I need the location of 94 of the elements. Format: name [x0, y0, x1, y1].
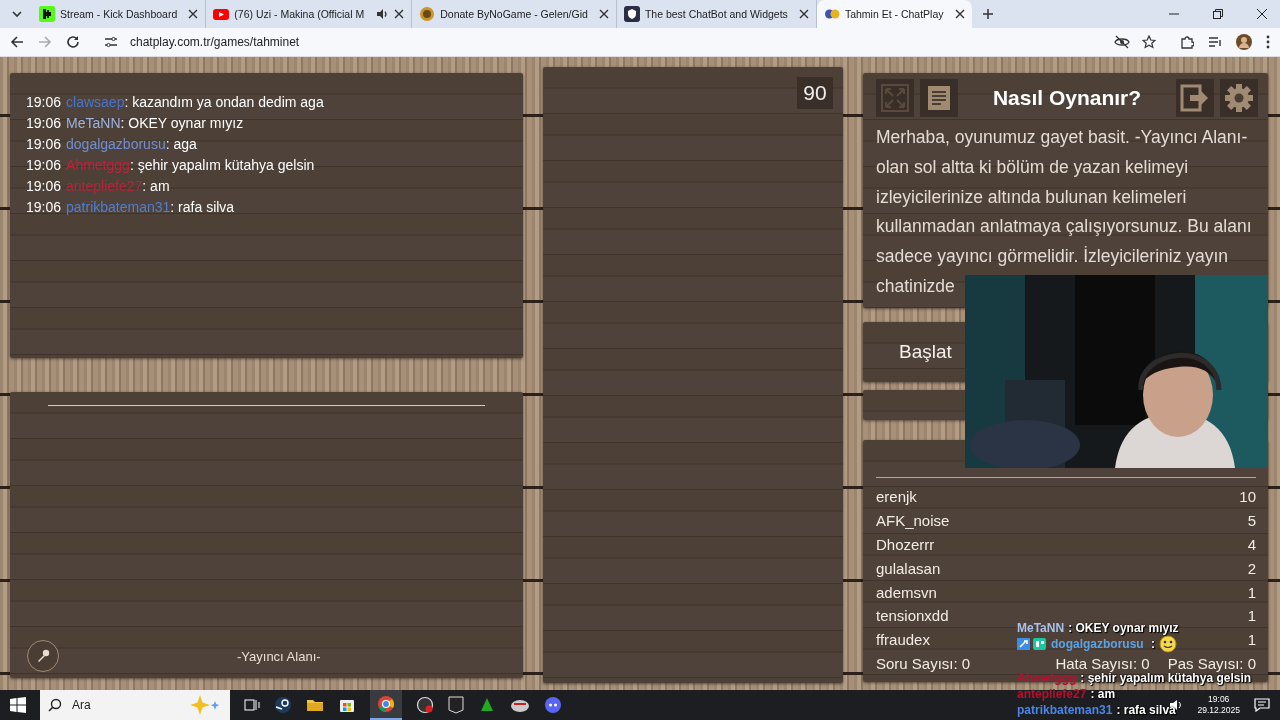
settings-button[interactable] [1220, 79, 1258, 117]
chat-username: dogalgazborusu [66, 135, 166, 153]
chat-text: : am [1090, 686, 1116, 701]
player-score: 10 [1239, 488, 1256, 506]
notes-button[interactable] [920, 79, 958, 117]
settings-icon [1224, 83, 1254, 113]
chat-time: 19:06 [26, 114, 62, 132]
clock-time: 19:06 [1208, 694, 1230, 705]
clock[interactable]: 19:06 29.12.2025 [1197, 694, 1240, 716]
close-icon[interactable] [1256, 8, 1268, 20]
fullscreen-icon [881, 84, 909, 112]
notes-icon [925, 84, 953, 112]
close-icon[interactable] [598, 9, 609, 19]
site-icon [623, 6, 640, 22]
question-count: Soru Sayısı: 0 [876, 655, 971, 673]
new-tab-icon[interactable] [981, 8, 994, 20]
start-button[interactable]: Başlat [887, 335, 964, 369]
chat-username: Ahmetggg [1017, 670, 1077, 685]
player-name: gulalasan [876, 559, 941, 577]
player-name: erenjk [876, 488, 917, 506]
chat-text: : OKEY oynar mıyız [120, 114, 244, 132]
chat-text: : rafa silva [1116, 702, 1176, 717]
clock-date: 29.12.2025 [1197, 705, 1240, 716]
reload-icon[interactable] [66, 35, 80, 49]
chat-text: : kazandım ya ondan dedim aga [124, 93, 324, 111]
steam-icon[interactable] [274, 696, 292, 714]
chat-text: : aga [165, 135, 197, 153]
close-icon[interactable] [394, 9, 405, 19]
player-score: 1 [1247, 631, 1256, 649]
chat-text: : am [142, 177, 170, 195]
caret-icon [11, 8, 23, 20]
notification-icon[interactable] [1254, 697, 1270, 713]
chat-username: dogalgazborusu [1051, 636, 1144, 651]
profile-avatar[interactable] [1236, 34, 1252, 50]
search-bar[interactable]: Ara [40, 690, 230, 720]
chat-username: antepliefe27 [1017, 686, 1087, 701]
instructions-text: Merhaba, oyunumuz gayet basit. -Yayıncı Alanı- olan sol altta ki bölüm de yazan kelimeyi izleyicilerinize altında bulunan kelimeleri kullanmadan anlatmaya çalışıyorsunuz. Bu alanı sadece yayıncı görmelidir. İzleyicileriniz yayın chatinizde [876, 126, 1253, 298]
player-score: 5 [1247, 512, 1256, 530]
player-score: 4 [1247, 536, 1256, 553]
app-icon[interactable] [478, 696, 496, 714]
chat-time: 19:06 [26, 135, 62, 153]
chat-time: 19:06 [26, 156, 62, 174]
site-icon [419, 6, 436, 22]
windows-start-icon[interactable] [10, 697, 26, 713]
chat-time: 19:06 [26, 198, 62, 216]
task-view-icon[interactable] [244, 697, 260, 713]
chat-text: : şehir yapalım kütahya gelsin [129, 156, 315, 174]
media-icon[interactable] [1208, 35, 1222, 49]
extensions-icon[interactable] [1180, 35, 1194, 49]
chat-username: MeTaNN [66, 114, 121, 132]
chat-text: : OKEY oynar mıyız [1068, 620, 1179, 635]
eye-slash-icon[interactable] [1114, 35, 1130, 49]
menu-icon[interactable] [1266, 35, 1270, 49]
chat-username: patrikbateman31 [1017, 702, 1113, 717]
chat-text: : [1150, 636, 1155, 651]
player-score: 1 [1247, 607, 1256, 625]
exit-button[interactable] [1176, 79, 1214, 117]
microphone-button[interactable] [27, 640, 59, 672]
player-score: 2 [1247, 559, 1256, 577]
pass-count: Pas Sayısı: 0 [1167, 655, 1256, 673]
close-icon[interactable] [954, 9, 965, 19]
search-icon [48, 698, 62, 712]
site-settings-icon[interactable] [104, 35, 118, 49]
host-area-label: -Yayıncı Alanı- [237, 648, 321, 664]
player-name: ademsvn [876, 583, 937, 601]
chrome-icon [377, 695, 395, 713]
star-icon[interactable] [1142, 35, 1156, 49]
player-score: 1 [1247, 583, 1256, 601]
timer: 90 [797, 77, 833, 109]
speaker-icon[interactable] [375, 7, 390, 21]
close-icon[interactable] [798, 9, 809, 19]
chrome-taskbar-button[interactable] [370, 690, 402, 720]
search-field[interactable]: Ara [70, 697, 180, 713]
player-name: tensionxdd [876, 607, 949, 625]
error-count: Hata Sayısı: 0 [1055, 655, 1150, 673]
restore-icon[interactable] [1212, 8, 1224, 20]
player-name: AFK_noise [876, 512, 950, 530]
exit-icon [1180, 84, 1210, 112]
site-icon [213, 6, 230, 22]
smiley-icon [1159, 634, 1177, 653]
back-icon[interactable] [10, 35, 24, 49]
browser-tab[interactable]: Tahmin Et - ChatPlay [816, 0, 972, 28]
site-icon [39, 6, 55, 22]
chat-time: 19:06 [26, 93, 62, 111]
player-name: ffraudex [876, 631, 930, 649]
chat-text: : rafa silva [170, 198, 235, 216]
chat-username: Ahmetggg [66, 156, 130, 174]
close-icon[interactable] [188, 9, 199, 19]
player-name: Dhozerrr [876, 536, 935, 553]
chat-time: 19:06 [26, 177, 62, 195]
chat-app-icon[interactable] [544, 696, 562, 714]
recorder-icon[interactable] [416, 696, 434, 714]
how-to-title: Nasıl Oynanır? [991, 86, 1143, 110]
chat-username: MeTaNN [1017, 620, 1065, 635]
